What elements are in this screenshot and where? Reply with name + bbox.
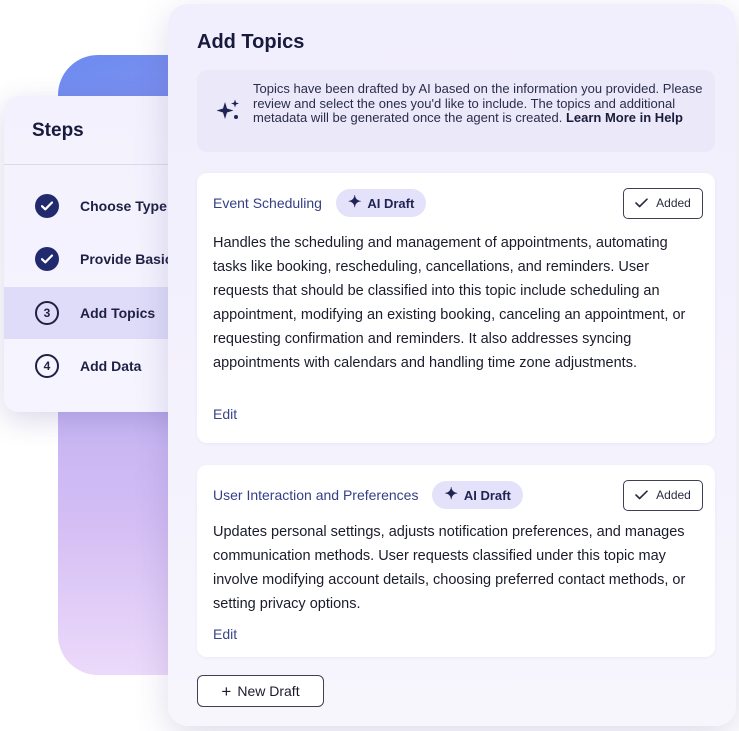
step-label: Add Data: [80, 358, 142, 374]
added-label: Added: [656, 488, 691, 502]
topic-card-header: User Interaction and Preferences ✦ AI Dr…: [213, 479, 703, 511]
sparkle-icon: [216, 99, 239, 119]
ai-info-banner: Topics have been drafted by AI based on …: [197, 70, 715, 152]
info-text: Topics have been drafted by AI based on …: [253, 81, 703, 126]
new-draft-button[interactable]: + New Draft: [197, 675, 324, 707]
sparkle-plus-icon: ✦: [347, 194, 362, 211]
step-number-badge: 4: [35, 354, 59, 378]
badge-label: AI Draft: [463, 487, 511, 503]
ai-draft-badge: ✦ AI Draft: [432, 481, 523, 509]
ai-draft-badge: ✦ AI Draft: [335, 189, 427, 217]
edit-link[interactable]: Edit: [213, 406, 237, 422]
learn-more-link[interactable]: Learn More in Help: [566, 110, 683, 125]
topic-card-user-interaction: User Interaction and Preferences ✦ AI Dr…: [197, 465, 715, 657]
added-toggle-button[interactable]: Added: [623, 479, 703, 511]
added-toggle-button[interactable]: Added: [623, 187, 703, 219]
sparkle-plus-icon: ✦: [444, 486, 458, 503]
check-circle-icon: [35, 194, 59, 218]
topic-card-event-scheduling: Event Scheduling ✦ AI Draft Added Handle…: [197, 173, 715, 443]
topic-card-header: Event Scheduling ✦ AI Draft Added: [213, 187, 703, 219]
page-title: Add Topics: [197, 31, 305, 53]
plus-icon: +: [221, 681, 232, 701]
checkmark-icon: [635, 490, 648, 500]
topic-title[interactable]: Event Scheduling: [213, 195, 322, 211]
topic-title[interactable]: User Interaction and Preferences: [213, 487, 418, 503]
step-label: Choose Type: [80, 198, 167, 214]
topic-description: Updates personal settings, adjusts notif…: [213, 524, 686, 612]
topic-description: Handles the scheduling and management of…: [213, 235, 686, 371]
add-topics-panel: Add Topics Topics have been drafted by A…: [168, 4, 736, 726]
steps-title: Steps: [32, 120, 84, 141]
badge-label: AI Draft: [367, 195, 415, 211]
checkmark-icon: [635, 198, 648, 208]
step-label: Add Topics: [80, 305, 156, 321]
step-number-badge: 3: [35, 301, 59, 325]
edit-link[interactable]: Edit: [213, 626, 237, 642]
check-circle-icon: [35, 247, 59, 271]
added-label: Added: [656, 196, 691, 210]
new-draft-label: New Draft: [237, 683, 300, 699]
